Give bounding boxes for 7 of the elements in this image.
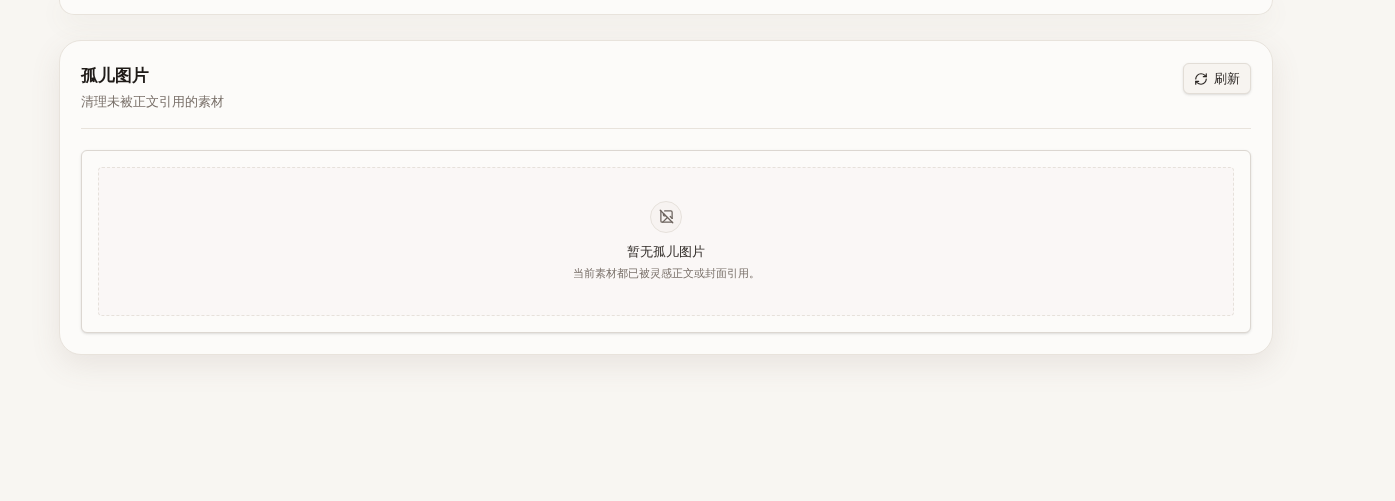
refresh-button[interactable]: 刷新 [1183,63,1251,94]
image-off-icon [650,200,682,233]
card-title: 孤儿图片 [81,64,150,87]
empty-state-title: 暂无孤儿图片 [627,242,705,261]
refresh-icon [1194,71,1208,86]
empty-state-message: 当前素材都已被灵感正文或封面引用。 [572,266,760,282]
card-subtitle: 清理未被正文引用的素材 [81,93,224,111]
